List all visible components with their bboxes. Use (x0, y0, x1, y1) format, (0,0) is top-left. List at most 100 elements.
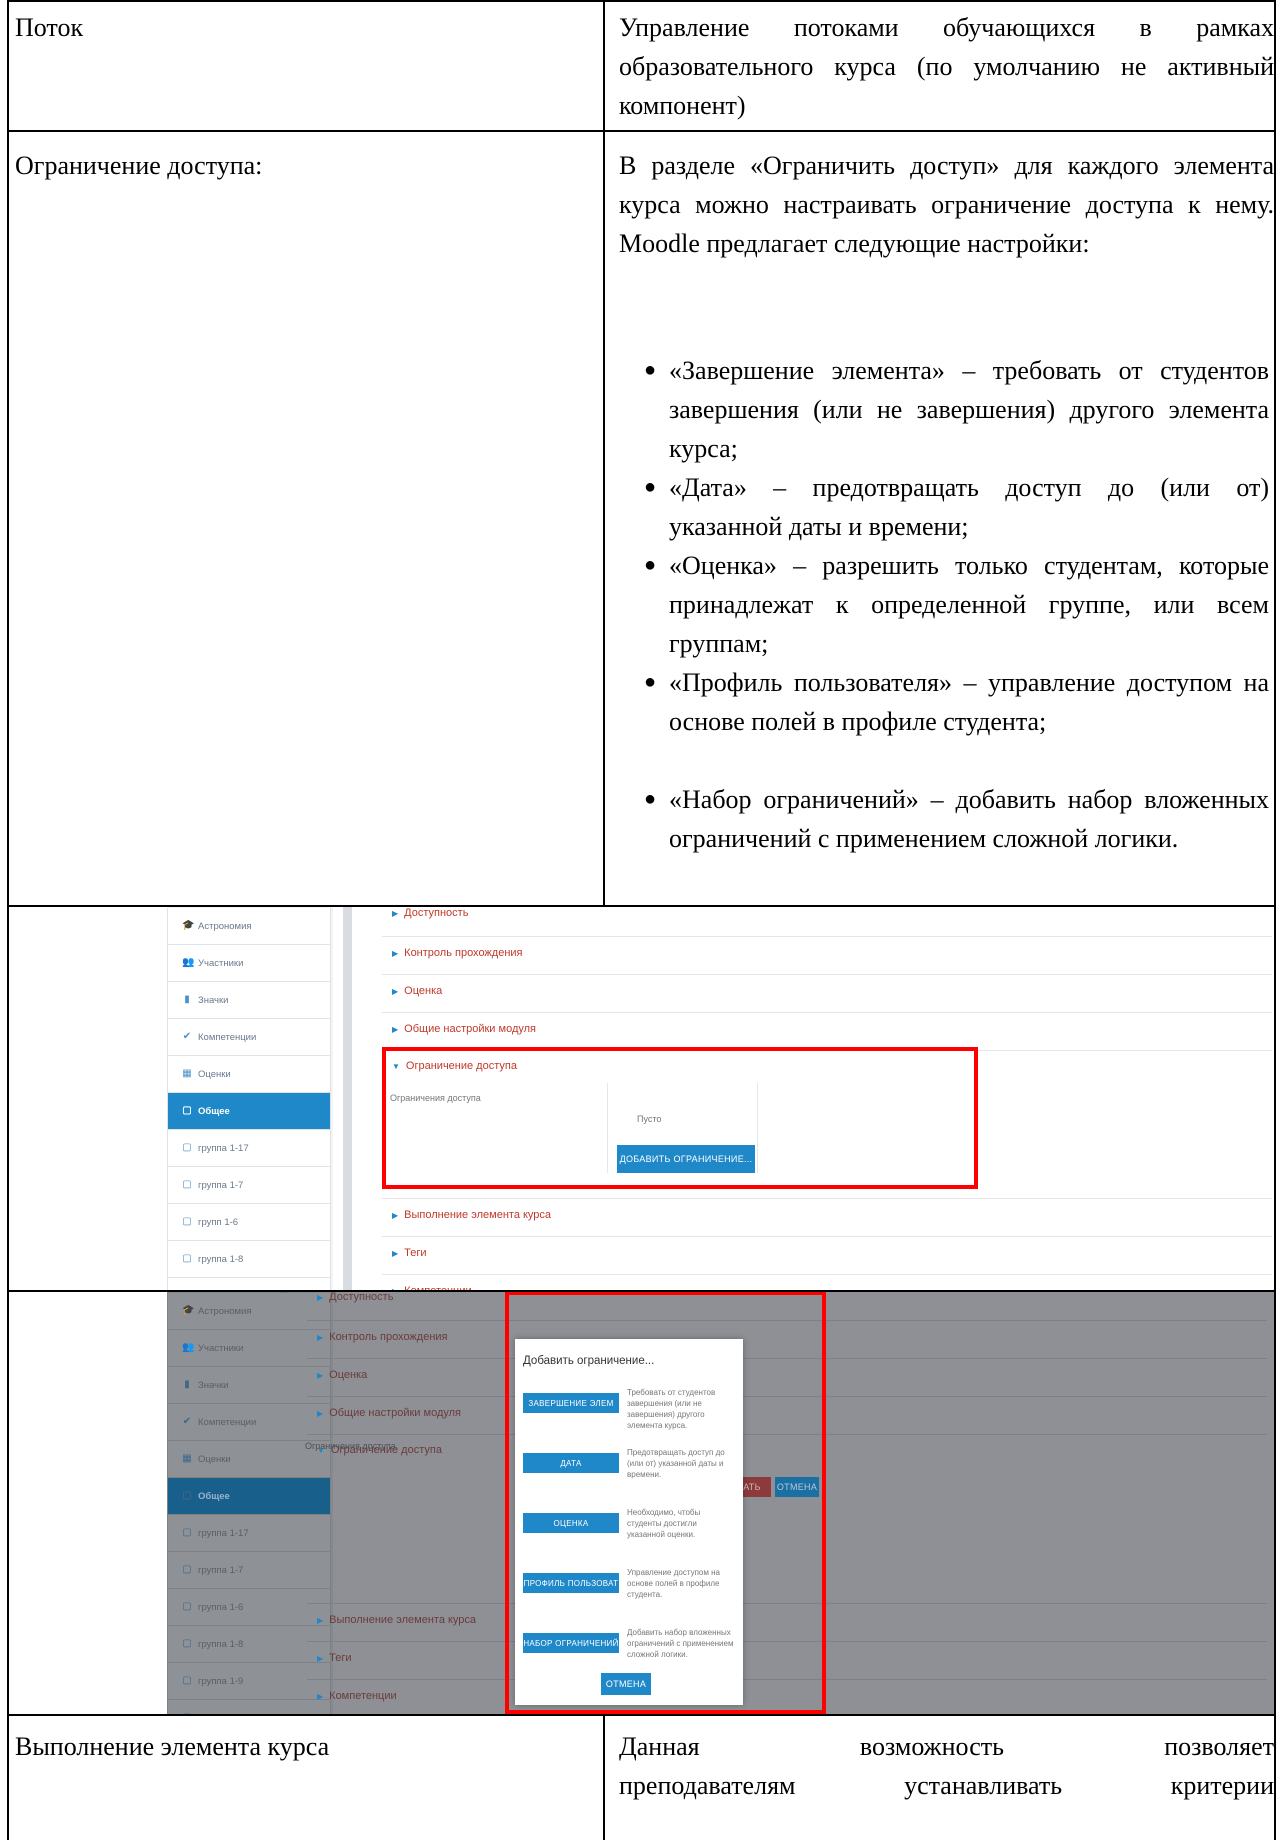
sidebar-item[interactable]: ▦ Оценки (167, 1056, 331, 1093)
sidebar-icon: ▢ (182, 1527, 192, 1538)
sidebar-icon: ▢ (182, 1105, 192, 1116)
sidebar-icon: 👥 (182, 957, 195, 968)
sidebar-item[interactable]: ▢ группа 1-8 (167, 1241, 331, 1278)
sidebar-item-label: группа 1-7 (198, 1564, 244, 1576)
section-header[interactable]: ▶ Оценка (317, 1369, 367, 1381)
chevron-right-icon: ▶ (317, 1332, 324, 1342)
table-border (7, 1290, 1276, 1292)
sidebar-icon: ✔ (182, 1031, 192, 1042)
section-header[interactable]: ▶ Теги (317, 1652, 352, 1664)
section-header[interactable]: ▶ Общие настройки модуля (317, 1407, 461, 1419)
chevron-right-icon: ▶ (392, 986, 399, 996)
section-label: Общие настройки модуля (329, 1407, 461, 1419)
sidebar-item[interactable]: ▢ групп 1-6 (167, 1204, 331, 1241)
section-label: Оценка (329, 1369, 368, 1381)
section-header[interactable]: ▶ Доступность (392, 907, 468, 919)
sidebar-item-label: Компетенции (198, 1031, 257, 1043)
sidebar-icon: ▢ (182, 1179, 192, 1190)
sidebar-item[interactable]: ✔ Компетенции (167, 1019, 331, 1056)
sidebar-item-label: Астрономия (198, 920, 252, 932)
sidebar-item-label: Значки (198, 994, 229, 1006)
chevron-right-icon: ▶ (392, 948, 399, 958)
section-label: Доступность (404, 907, 469, 919)
section-header[interactable]: ▶ Общие настройки модуля (392, 1023, 536, 1035)
sidebar-item[interactable]: ▢ группа 1-9 (167, 1663, 331, 1700)
screenshot-add-restriction-dialog: 🎓 Астрономия 👥 Участники ▮ Значки ✔ Компетенции… (167, 1291, 1276, 1714)
sidebar-item[interactable]: ▢ группа 1-8 (167, 1626, 331, 1663)
sidebar-icon: ▢ (182, 1638, 192, 1649)
section-label: Доступность (329, 1291, 394, 1303)
sidebar-item[interactable]: ▢ группа 1-17 (167, 1515, 331, 1552)
bullet-item: ● «Дата» – предотвращать доступ до (или о… (644, 468, 1269, 546)
sidebar-item[interactable]: 🎓 Астрономия (167, 1293, 331, 1330)
highlight-box (382, 1047, 978, 1189)
sidebar-icon: ▦ (182, 1453, 192, 1464)
sidebar-item-label: Компетенции (198, 1416, 257, 1428)
table-border (603, 0, 605, 907)
sidebar-item[interactable]: ▮ Значки (167, 1367, 331, 1404)
sidebar-icon: ▦ (182, 1068, 192, 1079)
sidebar-icon: ▢ (182, 1253, 192, 1264)
row2-intro: В разделе «Ограничить доступ» для каждог… (619, 151, 1274, 258)
divider (382, 1198, 1272, 1199)
sidebar-item[interactable]: 👥 Участники (167, 1330, 331, 1367)
sidebar-item[interactable]: ▢ Общее (167, 1093, 331, 1130)
sidebar-item-label: Астрономия (198, 1305, 252, 1317)
sidebar-item-label: группа 1-8 (198, 1638, 244, 1650)
table-border (7, 0, 9, 1840)
sidebar-item-label: группа 1-6 (198, 1601, 244, 1613)
section-header[interactable]: ▶ Теги (392, 1247, 427, 1259)
row5-right-line2: преподавателям устанавливать критерии (619, 1771, 1274, 1800)
divider (382, 1012, 1272, 1013)
sidebar-item-label: группа 1-7 (198, 1179, 244, 1191)
sidebar-item[interactable]: ▢ Общее (167, 1478, 331, 1515)
row1-left: Поток (15, 13, 84, 42)
highlight-box (505, 1291, 826, 1714)
sidebar-icon: ▢ (182, 1142, 192, 1153)
divider (382, 1274, 1272, 1275)
sidebar-icon: ✔ (182, 1416, 192, 1427)
table-border (7, 905, 1276, 907)
scrollbar[interactable] (343, 907, 352, 1291)
sidebar-item[interactable]: ▢ группа 1-7 (167, 1167, 331, 1204)
sidebar-icon: ▢ (182, 1564, 192, 1575)
section-header[interactable]: ▶ Компетенции (317, 1690, 397, 1702)
section-header[interactable]: ▶ Выполнение элемента курса (392, 1209, 551, 1221)
section-header[interactable]: ▶ Контроль прохождения (392, 947, 523, 959)
section-header[interactable]: ▶ Оценка (392, 985, 442, 997)
sidebar-item[interactable]: 👥 Участники (167, 945, 331, 982)
sidebar-item-label: группа 1-9 (198, 1675, 244, 1687)
section-label: Выполнение элемента курса (404, 1209, 552, 1221)
section-label: Контроль прохождения (329, 1331, 448, 1343)
sidebar-item-label: группа 1-17 (198, 1142, 249, 1154)
bullet-item: ● «Набор ограничений» – добавить набор вл… (644, 780, 1269, 858)
screenshot-restrict-access: 🎓 Астрономия 👥 Участники ▮ Значки ✔ Компетенции… (167, 907, 1276, 1291)
bullet-item: ● «Профиль пользователя» – управление дос… (644, 663, 1269, 741)
bullet-icon: ● (644, 554, 657, 576)
sidebar-icon: ▢ (182, 1675, 192, 1686)
sidebar-item[interactable]: ▢ группа 1-7 (167, 1552, 331, 1589)
sidebar-item-label: Участники (198, 957, 244, 969)
row5-left: Выполнение элемента курса (15, 1732, 330, 1761)
sidebar-icon: ▢ (182, 1490, 192, 1501)
section-header[interactable]: ▶ Выполнение элемента курса (317, 1614, 476, 1626)
sidebar-item-label: Оценки (198, 1453, 231, 1465)
section-header[interactable]: ▶ Контроль прохождения (317, 1331, 448, 1343)
sidebar-item[interactable]: ▢Тема 6 (167, 1700, 331, 1714)
divider (382, 1236, 1272, 1237)
bullet-icon: ● (644, 476, 657, 498)
sidebar-item[interactable]: 🎓 Астрономия (167, 908, 331, 945)
sidebar-item[interactable]: ▮ Значки (167, 982, 331, 1019)
section-label: Выполнение элемента курса (329, 1614, 477, 1626)
chevron-right-icon: ▶ (392, 1248, 399, 1258)
row2-left: Ограничение доступа: (15, 151, 263, 180)
sidebar-item[interactable]: ▢ группа 1-17 (167, 1130, 331, 1167)
sidebar-icon: ▢ (182, 1601, 192, 1612)
document-table: Поток Управление потоками обучающихся в … (7, 0, 1276, 1840)
section-header[interactable]: ▶ Доступность (317, 1291, 393, 1303)
divider (382, 936, 1272, 937)
sidebar-item[interactable]: ▢ группа 1-6 (167, 1589, 331, 1626)
sidebar-item[interactable]: ✔ Компетенции (167, 1404, 331, 1441)
table-border (7, 1714, 1276, 1716)
chevron-right-icon: ▶ (317, 1653, 324, 1663)
